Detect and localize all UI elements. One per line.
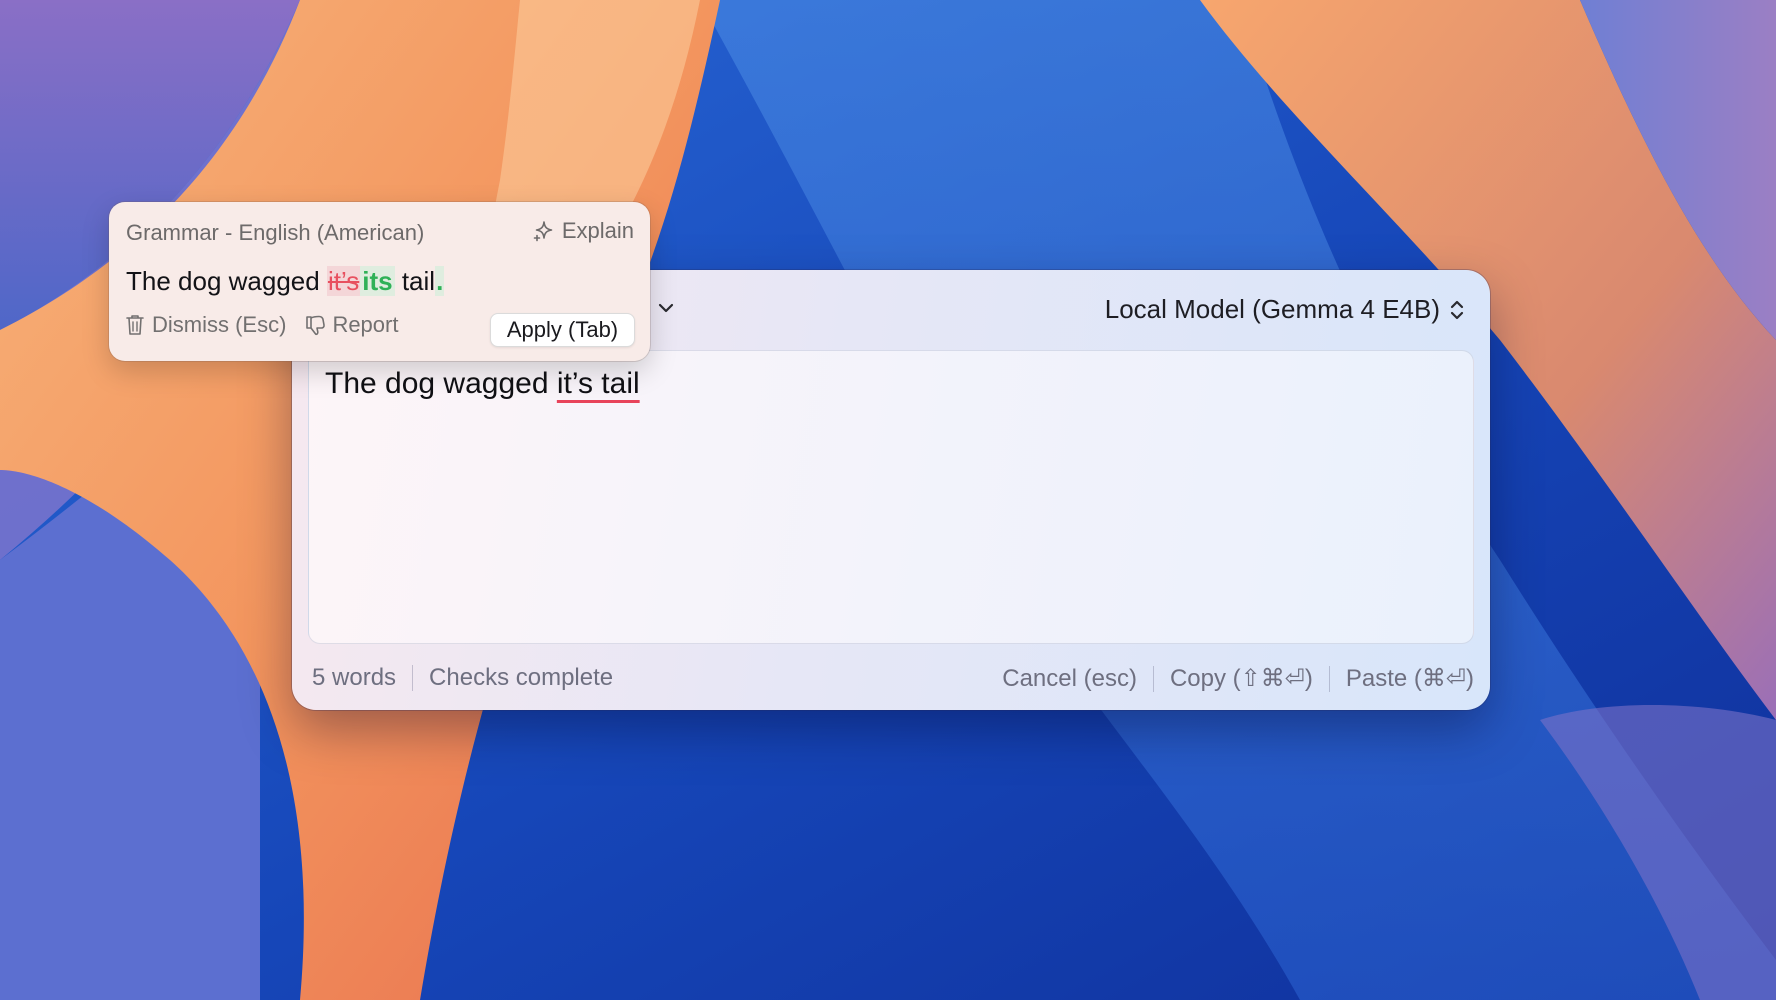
suggestion-category: Grammar - English (American) [126,220,425,245]
explain-label: Explain [561,218,634,243]
dismiss-label: Dismiss (Esc) [152,312,287,337]
grammar-error-highlight[interactable]: it’s tail [557,367,640,400]
divider [1328,665,1330,692]
inserted-punctuation: . [435,266,445,296]
chevron-down-icon[interactable] [656,298,676,318]
trash-icon [124,313,146,337]
deleted-text: it’s [326,266,361,296]
model-selector[interactable]: Local Model (Gemma 4 E4B) [1105,294,1466,325]
sentence-middle: tail [394,266,436,296]
report-label: Report [332,312,399,337]
thumbs-down-icon [304,313,326,337]
status-bar: 5 words Checks complete Cancel (esc) Cop… [292,658,1490,702]
explain-button[interactable]: Explain [532,218,634,244]
paste-button[interactable]: Paste (⌘⏎) [1346,664,1474,693]
word-count: 5 words [312,664,397,691]
up-down-chevron-icon [1448,297,1466,323]
check-status: Checks complete [429,664,614,691]
inserted-text: its [360,266,395,296]
divider [1152,665,1154,692]
divider [412,665,414,691]
text-editor[interactable]: The dog wagged it’s tail [308,350,1474,644]
suggestion-sentence: The dog wagged it’s its tail. [126,266,445,297]
editor-text-before: The dog wagged [325,367,557,400]
apply-button[interactable]: Apply (Tab) [490,313,635,347]
editor-text: The dog wagged it’s tail [325,367,640,400]
sentence-before: The dog wagged [126,266,327,296]
dismiss-button[interactable]: Dismiss (Esc) [124,312,286,338]
report-button[interactable]: Report [304,312,398,338]
cancel-button[interactable]: Cancel (esc) [1002,665,1137,693]
model-label: Local Model (Gemma 4 E4B) [1104,294,1440,324]
copy-button[interactable]: Copy (⇧⌘⏎) [1170,664,1313,693]
sparkle-icon [532,220,554,242]
grammar-suggestion-popup: Grammar - English (American) Explain The… [109,202,650,361]
